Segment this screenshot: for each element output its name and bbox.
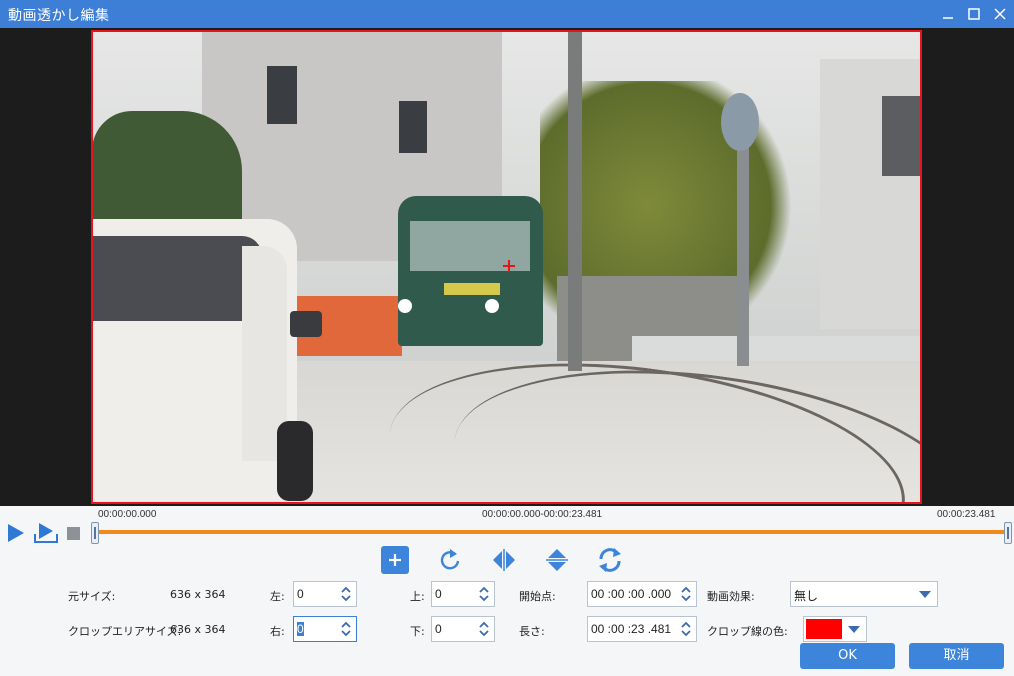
timeline-start-time: 00:00:00.000 bbox=[98, 509, 157, 520]
maximize-button[interactable] bbox=[964, 4, 984, 24]
right-label: 右: bbox=[270, 625, 285, 638]
timeline-end-time: 00:00:23.481 bbox=[937, 509, 996, 520]
bottom-input[interactable]: 0 bbox=[431, 616, 495, 642]
rotate-icon bbox=[440, 549, 460, 570]
left-spinner-arrows[interactable] bbox=[340, 584, 352, 604]
title-bar: 動画透かし編集 bbox=[0, 0, 1014, 28]
crop-area-size-label: クロップエリアサイズ: bbox=[68, 625, 182, 638]
flip-vertical-icon bbox=[546, 549, 568, 571]
reset-button[interactable] bbox=[596, 546, 624, 574]
crop-center-icon[interactable] bbox=[502, 259, 516, 273]
add-icon bbox=[389, 554, 401, 566]
flip-vertical-button[interactable] bbox=[543, 546, 571, 574]
video-preview-area bbox=[0, 28, 1014, 506]
length-input[interactable]: 00 :00 :23 .481 bbox=[587, 616, 697, 642]
bottom-label: 下: bbox=[410, 625, 425, 638]
stop-icon[interactable] bbox=[67, 527, 80, 540]
close-icon bbox=[994, 8, 1006, 20]
bottom-spinner-arrows[interactable] bbox=[478, 619, 490, 639]
timeline-start-handle[interactable] bbox=[91, 522, 99, 544]
left-input[interactable]: 0 bbox=[293, 581, 357, 607]
video-effect-select[interactable]: 無し bbox=[790, 581, 938, 607]
chevron-down-icon bbox=[919, 591, 931, 598]
timeline-track[interactable] bbox=[96, 530, 1010, 534]
start-point-input[interactable]: 00 :00 :00 .000 bbox=[587, 581, 697, 607]
left-label: 左: bbox=[270, 590, 285, 603]
start-point-spinner-arrows[interactable] bbox=[680, 584, 692, 604]
timeline-end-handle[interactable] bbox=[1004, 522, 1012, 544]
original-size-value: 636 x 364 bbox=[170, 588, 226, 601]
length-label: 長さ: bbox=[519, 625, 545, 638]
video-effect-label: 動画効果: bbox=[707, 590, 755, 603]
minimize-button[interactable] bbox=[938, 4, 958, 24]
crop-area-size-value: 636 x 364 bbox=[170, 623, 226, 636]
length-spinner-arrows[interactable] bbox=[680, 619, 692, 639]
crop-line-color-label: クロップ線の色: bbox=[707, 625, 788, 638]
color-swatch bbox=[806, 619, 842, 639]
rotate-button[interactable] bbox=[436, 546, 464, 574]
close-button[interactable] bbox=[990, 4, 1010, 24]
top-input[interactable]: 0 bbox=[431, 581, 495, 607]
flip-horizontal-button[interactable] bbox=[490, 546, 518, 574]
top-label: 上: bbox=[410, 590, 425, 603]
play-clip-icon[interactable] bbox=[33, 522, 59, 544]
chevron-down-icon bbox=[848, 626, 860, 633]
cancel-button[interactable]: 取消 bbox=[909, 643, 1004, 669]
timeline-range: 00:00:00.000-00:00:23.481 bbox=[482, 509, 603, 520]
play-icon[interactable] bbox=[6, 522, 26, 544]
crop-line-color-picker[interactable] bbox=[803, 616, 867, 642]
minimize-icon bbox=[943, 17, 953, 19]
flip-horizontal-icon bbox=[493, 549, 515, 571]
right-input[interactable]: 0 bbox=[293, 616, 357, 642]
top-spinner-arrows[interactable] bbox=[478, 584, 490, 604]
start-point-label: 開始点: bbox=[519, 590, 556, 603]
maximize-icon bbox=[968, 8, 980, 20]
original-size-label: 元サイズ: bbox=[68, 590, 116, 603]
reset-icon bbox=[599, 548, 621, 572]
window-title: 動画透かし編集 bbox=[8, 8, 110, 24]
add-crop-button[interactable] bbox=[381, 546, 409, 574]
ok-button[interactable]: OK bbox=[800, 643, 895, 669]
right-spinner-arrows[interactable] bbox=[340, 619, 352, 639]
